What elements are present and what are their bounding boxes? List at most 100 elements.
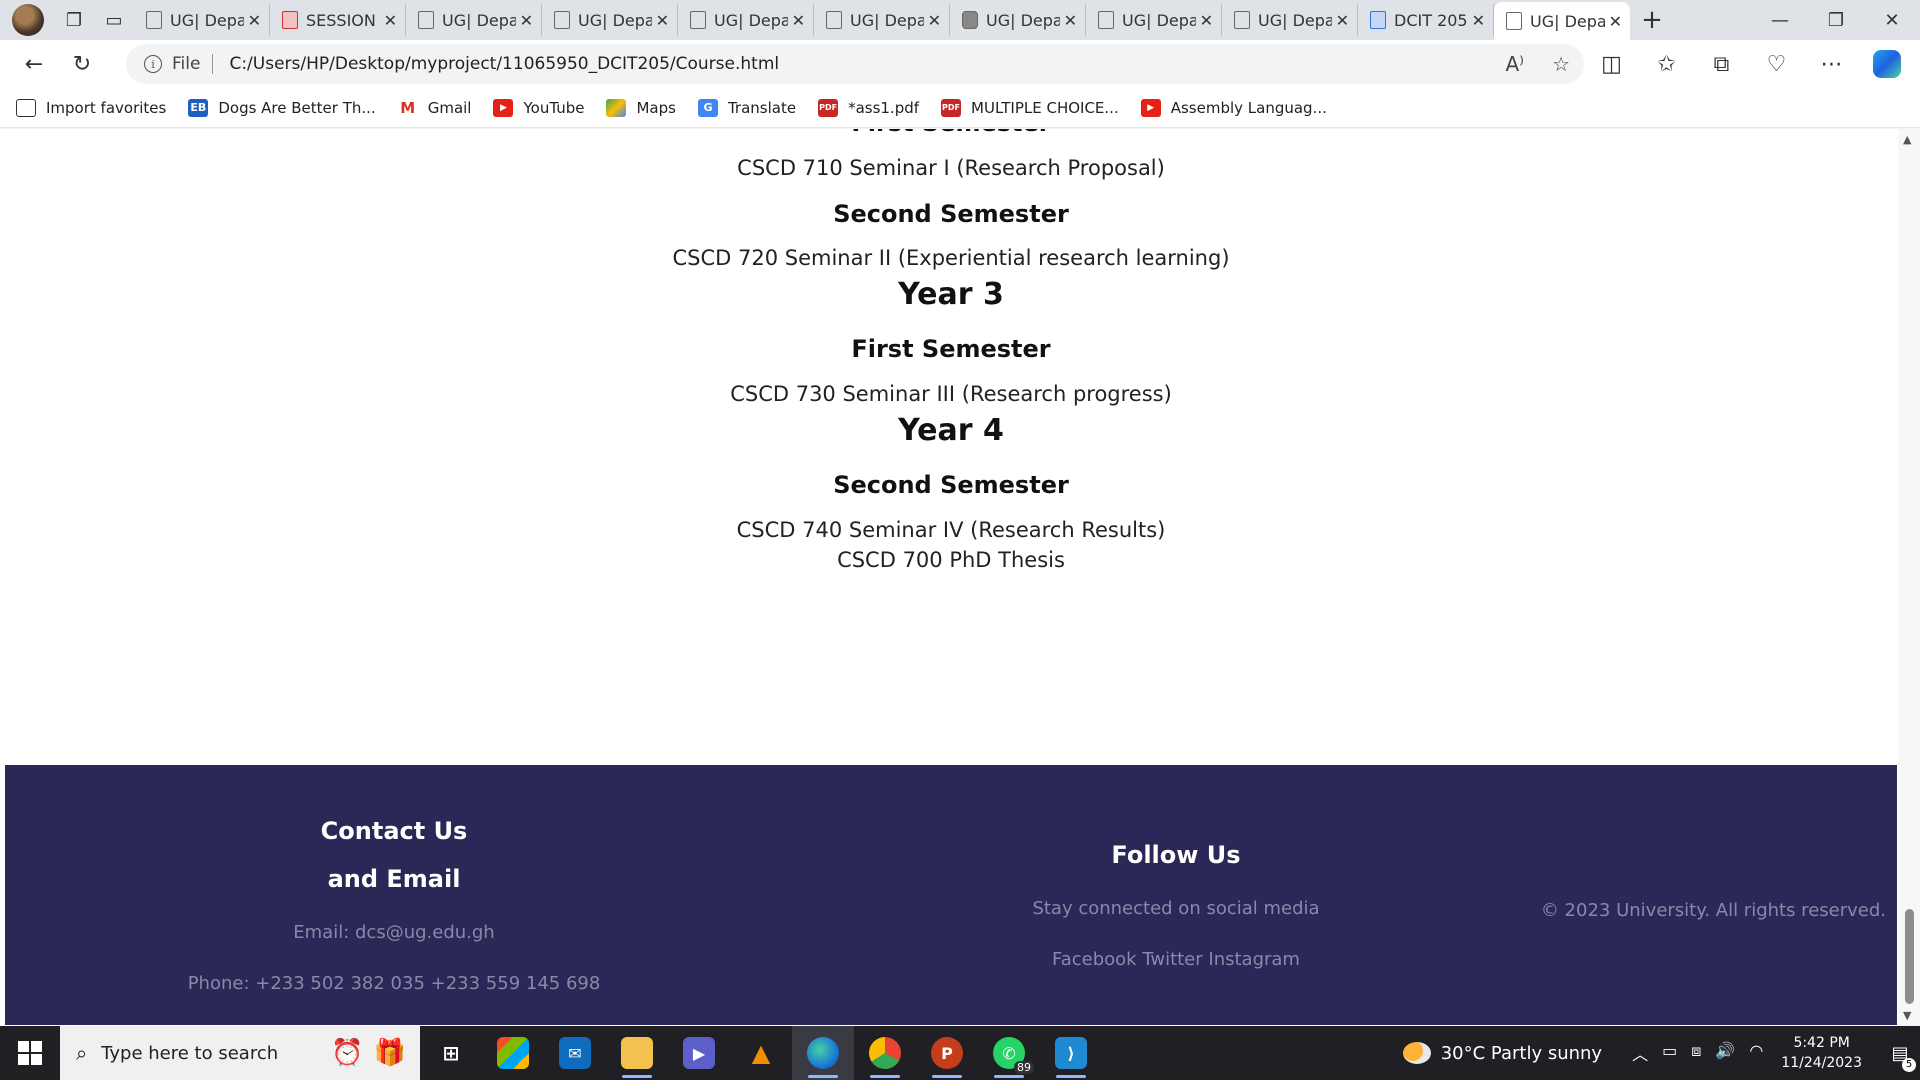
browser-tab[interactable]: SESSION ✕ <box>270 4 406 36</box>
powerpoint-button[interactable]: P <box>916 1026 978 1080</box>
close-icon[interactable]: ✕ <box>1472 11 1485 30</box>
minimize-icon[interactable]: — <box>1752 0 1808 40</box>
favorite-item[interactable]: M Gmail <box>397 98 471 117</box>
profile-avatar[interactable] <box>12 4 44 36</box>
clock-date: 11/24/2023 <box>1781 1055 1862 1071</box>
refresh-button[interactable]: ↻ <box>58 44 106 84</box>
browser-tab[interactable]: UG| Department✕ <box>678 4 814 36</box>
tab-title: UG| Department <box>170 10 244 30</box>
page-viewport: First Semester CSCD 710 Seminar I (Resea… <box>0 129 1920 1026</box>
close-icon[interactable]: ✕ <box>928 11 941 30</box>
vscode-icon: ⟩ <box>1055 1037 1087 1069</box>
course-item: CSCD 740 Seminar IV (Research Results) <box>736 518 1166 542</box>
back-button[interactable]: ← <box>10 44 58 84</box>
browser-tab[interactable]: DCIT 205 ✕ <box>1358 4 1494 36</box>
notifications-button[interactable]: ▤ 5 <box>1880 1026 1920 1080</box>
workspaces-icon[interactable]: ❐ <box>54 4 94 36</box>
vlc-button[interactable]: ▲ <box>730 1026 792 1080</box>
split-screen-icon[interactable]: ◫ <box>1584 44 1639 84</box>
favorite-item[interactable]: Maps <box>606 98 676 117</box>
edge-button[interactable] <box>792 1026 854 1080</box>
browser-tab[interactable]: UG| Department✕ <box>134 4 270 36</box>
divider <box>212 54 214 74</box>
new-tab-button[interactable]: + <box>1630 4 1674 36</box>
favorite-label: Assembly Languag... <box>1170 98 1327 117</box>
favorite-item[interactable]: ▶ Assembly Languag... <box>1140 98 1327 117</box>
page-scrollbar[interactable]: ▲ ▼ <box>1898 129 1920 1026</box>
favorite-label: MULTIPLE CHOICE... <box>971 98 1119 117</box>
read-aloud-icon[interactable]: A⁾ <box>1505 52 1524 76</box>
restore-icon[interactable]: ❐ <box>1808 0 1864 40</box>
vscode-button[interactable]: ⟩ <box>1040 1026 1102 1080</box>
whatsapp-button[interactable]: ✆ 89 <box>978 1026 1040 1080</box>
browser-tab[interactable]: UG| Department✕ <box>950 4 1086 36</box>
close-icon[interactable]: ✕ <box>1064 11 1077 30</box>
follow-title: Follow Us <box>1111 841 1241 869</box>
more-menu-icon[interactable]: ⋯ <box>1804 44 1859 84</box>
collections-icon[interactable]: ⧉ <box>1694 44 1749 84</box>
favorite-item[interactable]: ▶ YouTube <box>493 98 584 117</box>
year-heading: Year 3 <box>898 277 1004 312</box>
weather-widget[interactable]: 30°C Partly sunny <box>1402 1042 1602 1064</box>
info-icon[interactable]: i <box>144 55 162 73</box>
scroll-up-icon[interactable]: ▲ <box>1903 133 1911 146</box>
close-icon[interactable]: ✕ <box>248 11 261 30</box>
taskbar-search[interactable]: ⌕ Type here to search ⏰ 🎁 <box>60 1026 420 1080</box>
file-explorer-button[interactable] <box>606 1026 668 1080</box>
course-item: CSCD 720 Seminar II (Experiential resear… <box>672 246 1230 270</box>
favorite-item[interactable]: EB Dogs Are Better Th... <box>188 98 376 117</box>
browser-essentials-icon[interactable]: ♡ <box>1749 44 1804 84</box>
browser-tab[interactable]: UG| Department✕ <box>814 4 950 36</box>
address-bar[interactable]: i File C:/Users/HP/Desktop/myproject/110… <box>126 44 1584 84</box>
page-icon <box>690 11 706 29</box>
favorite-item[interactable]: Import favorites <box>16 98 166 117</box>
battery-icon[interactable]: ▭ <box>1662 1041 1677 1065</box>
start-button[interactable] <box>0 1026 60 1080</box>
scrollbar-thumb[interactable] <box>1905 909 1914 1004</box>
scroll-down-icon[interactable]: ▼ <box>1903 1009 1911 1022</box>
contact-email[interactable]: Email: dcs@ug.edu.gh <box>5 922 783 943</box>
close-icon[interactable]: ✕ <box>1609 12 1622 31</box>
social-links[interactable]: Facebook Twitter Instagram <box>1005 949 1347 970</box>
close-icon[interactable]: ✕ <box>1200 11 1213 30</box>
browser-tab-active[interactable]: UG| Department✕ <box>1494 2 1630 40</box>
close-icon[interactable]: ✕ <box>1336 11 1349 30</box>
close-icon[interactable]: ✕ <box>384 11 397 30</box>
browser-tab[interactable]: UG| Department✕ <box>1222 4 1358 36</box>
clipchamp-button[interactable]: ▶ <box>668 1026 730 1080</box>
browser-tab[interactable]: UG| Department✕ <box>542 4 678 36</box>
close-icon[interactable]: ✕ <box>792 11 805 30</box>
favorite-item[interactable]: PDF *ass1.pdf <box>818 98 919 117</box>
task-view-button[interactable]: ⊞ <box>420 1026 482 1080</box>
pdf-icon: PDF <box>818 98 839 117</box>
copyright: © 2023 University. All rights reserved. <box>1540 900 1886 921</box>
close-icon[interactable]: ✕ <box>656 11 669 30</box>
tab-actions-icon[interactable]: ▭ <box>94 4 134 36</box>
follow-text: Stay connected on social media <box>1032 898 1320 919</box>
volume-icon[interactable]: 🔊 <box>1715 1041 1735 1065</box>
pdf-icon <box>282 11 298 29</box>
doc-icon <box>1370 11 1386 29</box>
favorites-icon[interactable]: ✩ <box>1639 44 1694 84</box>
close-window-icon[interactable]: ✕ <box>1864 0 1920 40</box>
copilot-button[interactable] <box>1859 44 1914 84</box>
tab-title: UG| Department <box>850 10 924 30</box>
browser-tab[interactable]: UG| Department✕ <box>1086 4 1222 36</box>
favorite-star-icon[interactable]: ☆ <box>1552 52 1570 76</box>
system-tray: 30°C Partly sunny ︿ ▭ ⧈ 🔊 ◠ 5:42 PM 11/2… <box>1402 1026 1920 1080</box>
wifi-icon[interactable]: ◠ <box>1749 1041 1763 1065</box>
partly-sunny-icon <box>1402 1042 1431 1064</box>
favorite-item[interactable]: PDF MULTIPLE CHOICE... <box>941 98 1119 117</box>
chrome-button[interactable] <box>854 1026 916 1080</box>
network-adapter-icon[interactable]: ⧈ <box>1691 1041 1701 1065</box>
mail-button[interactable]: ✉ <box>544 1026 606 1080</box>
store-button[interactable] <box>482 1026 544 1080</box>
browser-tab[interactable]: UG| Department✕ <box>406 4 542 36</box>
chevron-up-icon[interactable]: ︿ <box>1632 1041 1648 1065</box>
close-icon[interactable]: ✕ <box>520 11 533 30</box>
clock[interactable]: 5:42 PM 11/24/2023 <box>1781 1033 1862 1073</box>
store-icon <box>497 1037 529 1069</box>
favorite-item[interactable]: G Translate <box>697 98 796 117</box>
tab-title: UG| Department <box>1530 11 1605 31</box>
url-text[interactable]: C:/Users/HP/Desktop/myproject/11065950_D… <box>229 54 779 74</box>
